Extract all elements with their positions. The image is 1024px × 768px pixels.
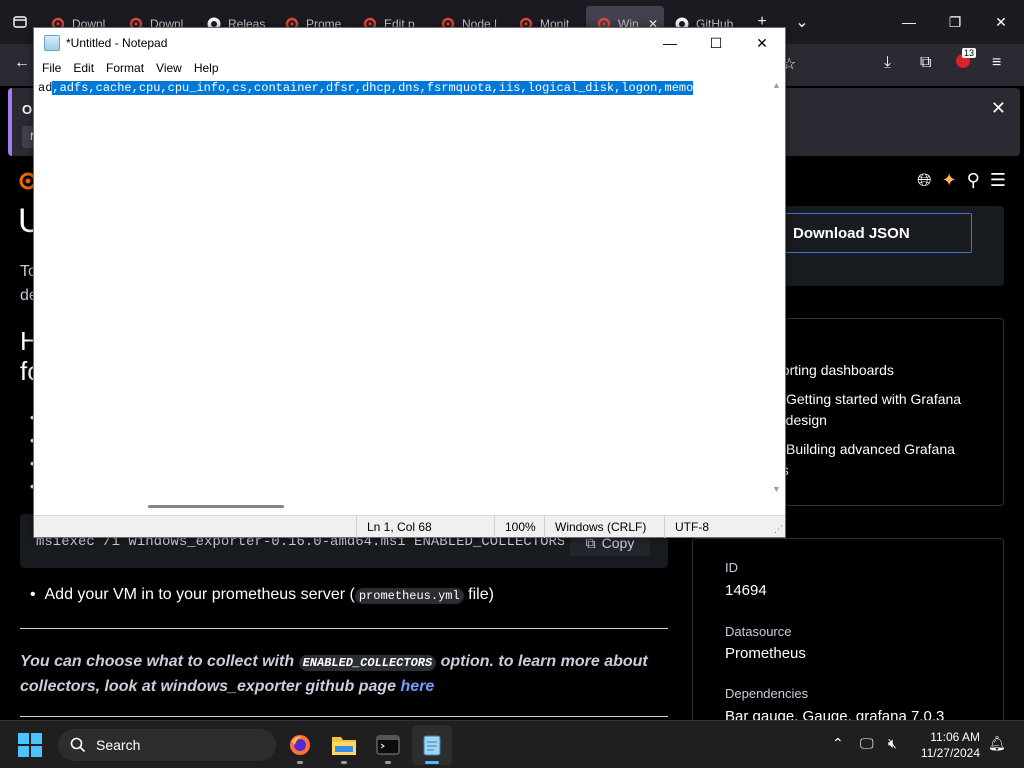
chevron-down-icon: ⌄ — [795, 14, 809, 31]
notepad-minimize-button[interactable]: — — [647, 28, 693, 58]
menu-hamburger-icon[interactable]: ≡ — [992, 54, 1001, 72]
notepad-icon — [423, 735, 441, 756]
network-icon[interactable]: 🖵︎ — [860, 735, 874, 752]
scroll-down-arrow-icon[interactable]: ▼ — [772, 484, 781, 494]
divider — [20, 716, 668, 717]
download-icon[interactable]: ⤓ — [884, 54, 891, 72]
windows-logo-tile — [31, 733, 42, 744]
browser-minimize-button[interactable]: — — [886, 0, 932, 44]
search-icon — [70, 737, 86, 753]
dependencies-label: Dependencies — [725, 686, 809, 701]
download-json-button[interactable]: Download JSON — [774, 213, 972, 253]
notepad-app-icon — [44, 35, 60, 51]
grafana-top-icons: 🌐︎ ✦ ⚲ ☰ — [917, 170, 1006, 191]
bullet-text-suffix: file) — [463, 586, 494, 603]
datasource-value: Prometheus — [725, 645, 806, 662]
notepad-taskbar-button[interactable] — [412, 725, 452, 765]
running-indicator — [341, 761, 347, 764]
resource-link[interactable]: porting dashboards — [774, 360, 894, 381]
unselected-text: ad — [38, 81, 53, 95]
encoding: UTF-8 — [664, 516, 764, 538]
vertical-scrollbar[interactable]: ▲ ▼ — [768, 78, 785, 498]
scroll-up-arrow-icon[interactable]: ▲ — [772, 80, 781, 90]
notepad-title-bar[interactable]: *Untitled - Notepad — ☐ ✕ — [34, 28, 785, 58]
extensions-icon[interactable]: ⧉ — [920, 54, 931, 72]
notepad-text-area[interactable]: ad,adfs,cache,cpu,cpu_info,cs,container,… — [34, 78, 768, 498]
horizontal-scrollbar[interactable] — [34, 498, 768, 515]
running-indicator — [385, 761, 391, 764]
file-explorer-taskbar-button[interactable] — [324, 725, 364, 765]
notification-close-icon[interactable]: ✕ — [991, 98, 1006, 119]
menu-view[interactable]: View — [150, 58, 188, 78]
menu-edit[interactable]: Edit — [67, 58, 100, 78]
search-placeholder: Search — [96, 737, 141, 753]
restore-icon: ❐ — [948, 13, 962, 30]
id-value: 14694 — [725, 582, 767, 599]
firefox-icon — [290, 735, 310, 755]
resize-grip-icon[interactable]: ⋰ — [774, 524, 783, 535]
here-link[interactable]: here — [401, 678, 435, 695]
taskbar-clock[interactable]: 11:06 AM 11/27/2024 — [916, 729, 980, 761]
list-item: • Add your VM in to your prometheus serv… — [30, 586, 494, 604]
datasource-label: Datasource — [725, 624, 792, 639]
start-button[interactable] — [18, 733, 42, 757]
menu-hamburger-icon[interactable]: ☰ — [990, 170, 1006, 191]
inline-code: ENABLED_COLLECTORS — [298, 655, 437, 671]
search-icon[interactable]: ⚲ — [967, 170, 980, 191]
browser-close-button[interactable]: ✕ — [978, 0, 1024, 44]
resource-link[interactable]: Getting started with Grafana — [786, 389, 961, 410]
zoom-level: 100% — [494, 516, 544, 538]
list-all-tabs-button[interactable]: ⌄ — [782, 0, 822, 44]
divider — [20, 628, 668, 629]
horizontal-scroll-thumb[interactable] — [148, 505, 284, 508]
active-indicator — [425, 761, 439, 764]
language-globe-icon[interactable]: 🌐︎ — [917, 170, 931, 191]
terminal-taskbar-button[interactable] — [368, 725, 408, 765]
minimize-icon: — — [902, 14, 916, 30]
menu-help[interactable]: Help — [188, 58, 225, 78]
bullet-dot: • — [30, 586, 45, 603]
notepad-window[interactable]: *Untitled - Notepad — ☐ ✕ File Edit Form… — [33, 27, 786, 538]
windows-logo-tile — [18, 746, 29, 757]
menu-file[interactable]: File — [36, 58, 67, 78]
cursor-position: Ln 1, Col 68 — [356, 516, 494, 538]
notepad-menu-bar: File Edit Format View Help — [34, 58, 785, 78]
close-icon: ✕ — [995, 13, 1007, 30]
dependencies-value: Bar gauge, Gauge, grafana 7.0.3 — [725, 708, 945, 720]
resource-link[interactable]: Building advanced Grafana — [786, 439, 955, 460]
note-text-1: You can choose what to collect with — [20, 653, 299, 670]
collectors-note: You can choose what to collect with ENAB… — [20, 650, 668, 699]
notepad-close-button[interactable]: ✕ — [739, 28, 785, 58]
notification-bell-icon[interactable]: 🔔︎ — [988, 735, 1006, 752]
text-line: ad,adfs,cache,cpu,cpu_info,cs,container,… — [38, 80, 694, 97]
ai-sparkle-icon[interactable]: ✦ — [942, 170, 957, 191]
inline-code: prometheus.yml — [354, 588, 464, 604]
menu-format[interactable]: Format — [100, 58, 150, 78]
windows-logo-tile — [18, 733, 29, 744]
selected-text: ,adfs,cache,cpu,cpu_info,cs,container,df… — [52, 81, 694, 95]
browser-restore-button[interactable]: ❐ — [932, 0, 978, 44]
notepad-status-bar: Ln 1, Col 68 100% Windows (CRLF) UTF-8 ⋰ — [34, 515, 785, 538]
bullet-text-prefix: Add your VM in to your prometheus server… — [44, 586, 355, 603]
terminal-icon — [376, 735, 400, 755]
tab-list-icon — [13, 16, 27, 28]
notepad-maximize-button[interactable]: ☐ — [693, 28, 739, 58]
running-indicator — [297, 761, 303, 764]
clock-time: 11:06 AM — [930, 730, 980, 744]
folder-icon — [332, 737, 356, 755]
back-arrow-icon[interactable]: ← — [14, 54, 30, 72]
notepad-title: *Untitled - Notepad — [66, 36, 168, 50]
line-ending: Windows (CRLF) — [544, 516, 664, 538]
volume-muted-icon[interactable]: 🔇︎ — [888, 735, 897, 752]
show-hidden-icons-chevron-icon[interactable]: ⌃ — [832, 735, 844, 752]
extension-badge: 13 — [962, 48, 977, 58]
clock-date: 11/27/2024 — [920, 746, 980, 760]
extension-icon[interactable]: 13 — [956, 48, 977, 73]
windows-taskbar: Search ⌃ 🖵︎ 🔇︎ 11:06 AM 11/27/2024 🔔︎ — [0, 720, 1024, 768]
windows-logo-tile — [31, 746, 42, 757]
firefox-taskbar-button[interactable] — [280, 725, 320, 765]
taskbar-search-box[interactable]: Search — [58, 729, 276, 761]
id-label: ID — [725, 560, 738, 575]
